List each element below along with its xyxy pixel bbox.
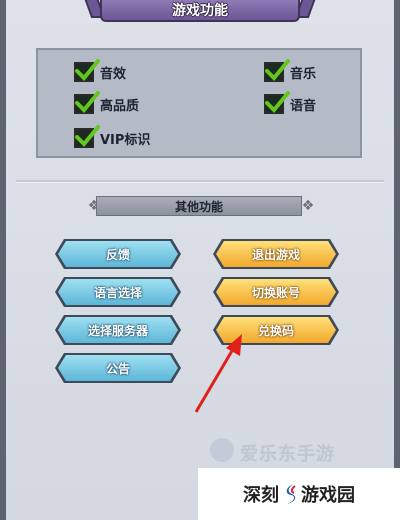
option-label: 音乐	[290, 66, 317, 82]
option-high-quality[interactable]: 高品质	[74, 91, 140, 114]
switch-account-button[interactable]: 切换账号	[216, 279, 336, 305]
option-label: 音效	[100, 66, 127, 82]
footer-brand: 深刻 游戏园	[198, 468, 400, 520]
panel-left-edge	[0, 0, 6, 520]
option-vip-badge[interactable]: VIP标识	[74, 125, 151, 148]
exit-game-button[interactable]: 退出游戏	[216, 241, 336, 267]
feedback-button[interactable]: 反馈	[58, 241, 178, 267]
language-select-button[interactable]: 语言选择	[58, 279, 178, 305]
options-box: 音效 音乐 高品质 语音 VIP标识	[36, 48, 362, 158]
checkbox-checked-icon[interactable]	[264, 91, 290, 114]
watermark-logo-icon	[210, 438, 234, 462]
option-voice[interactable]: 语音	[264, 91, 317, 114]
section-divider	[16, 180, 384, 183]
section-title: 其他功能	[96, 196, 302, 216]
select-server-button[interactable]: 选择服务器	[58, 317, 178, 343]
annotation-arrow-icon	[194, 334, 242, 413]
option-label: 语音	[290, 98, 317, 114]
option-label: VIP标识	[100, 132, 151, 148]
option-sound-effects[interactable]: 音效	[74, 59, 127, 82]
watermark-text: 爱乐东手游	[240, 444, 335, 465]
panel-right-edge	[394, 0, 400, 520]
checkbox-checked-icon[interactable]	[74, 125, 100, 148]
checkbox-checked-icon[interactable]	[74, 91, 100, 114]
panel-title: 游戏功能	[100, 0, 300, 22]
option-label: 高品质	[100, 98, 140, 114]
brand-logo-icon	[286, 484, 296, 504]
notice-button[interactable]: 公告	[58, 355, 178, 381]
checkbox-checked-icon[interactable]	[264, 59, 290, 82]
checkbox-checked-icon[interactable]	[74, 59, 100, 82]
option-music[interactable]: 音乐	[264, 59, 317, 82]
footer-brand-left: 深刻	[243, 485, 279, 506]
footer-brand-right: 游戏园	[301, 485, 355, 506]
ornament-right-icon: ❖	[301, 198, 315, 214]
